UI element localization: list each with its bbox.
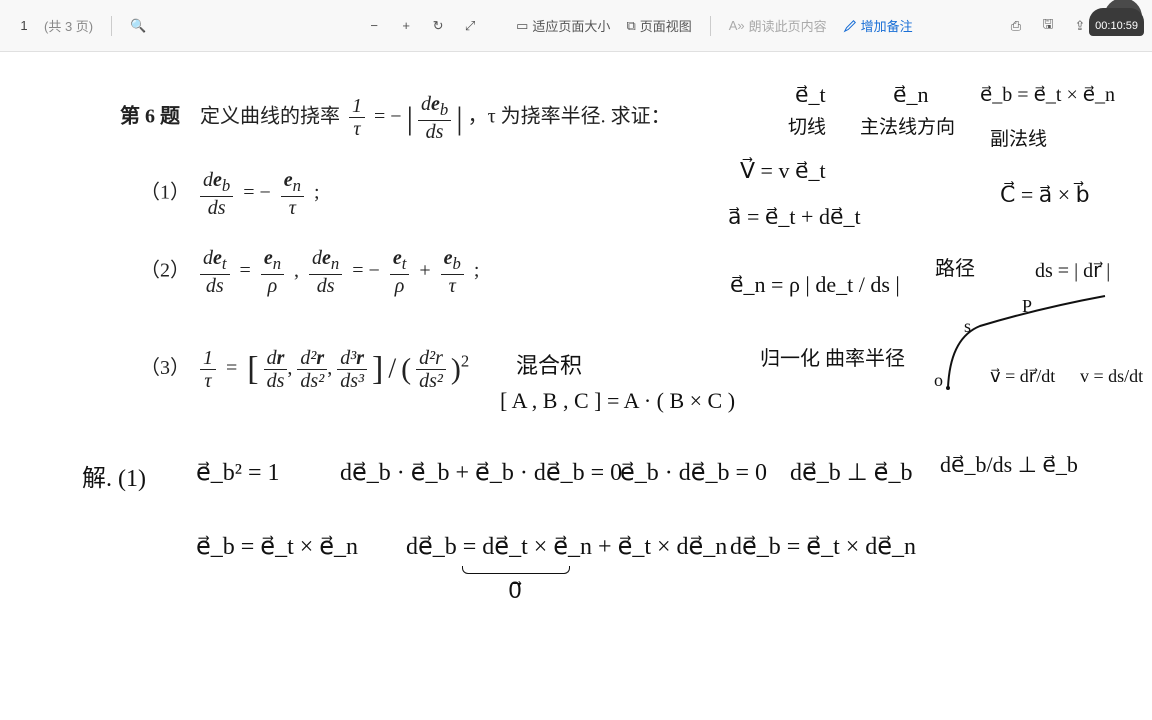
hand-vds: v = ds/dt — [1080, 366, 1143, 387]
hand-en-label: 主法线方向 — [860, 112, 955, 139]
rotate-button[interactable]: ↻ — [424, 12, 452, 40]
search-icon[interactable]: 🔍 — [124, 12, 152, 40]
toolbar: 1 (共 3 页) 🔍 − + ↻ ⤢ ▭ 适应页面大小 ⧉ 页面视图 A» 朗… — [0, 0, 1152, 52]
hand-vdr: v⃗ = dr⃗/dt — [990, 366, 1055, 387]
eq-num-r: deb — [418, 94, 451, 121]
print-button[interactable]: ⎙ — [1002, 12, 1030, 40]
underbrace — [462, 566, 570, 574]
pen-icon — [843, 19, 857, 33]
hand-eq8: de⃗_b = e⃗_t × de⃗_n — [730, 532, 916, 561]
page-number[interactable]: 1 — [8, 18, 40, 33]
hand-c-eq: C⃗ = a⃗ × b⃗ — [1000, 182, 1090, 208]
hand-mixed: 混合积 — [516, 348, 582, 380]
definition-post: ，τ 为挠率半径. 求证： — [468, 105, 671, 127]
save-button[interactable]: 🖫 — [1034, 12, 1062, 40]
read-aloud-label: 朗读此页内容 — [749, 16, 827, 35]
page-view-label: 页面视图 — [640, 16, 692, 35]
hand-eq2: de⃗_b · e⃗_b + e⃗_b · de⃗_b = 0 — [340, 458, 622, 487]
hand-et: e⃗_t — [795, 82, 826, 108]
hand-guiyi: 归一化 曲率半径 — [760, 342, 905, 371]
hand-a-eq: a⃗ = e⃗_t + de⃗_t — [728, 204, 861, 230]
hand-triple: [ A , B , C ] = A · ( B × C ) — [500, 388, 735, 414]
add-note-button[interactable]: 增加备注 — [837, 12, 919, 39]
separator — [111, 16, 112, 36]
definition-text: 定义曲线的挠率 — [200, 105, 340, 127]
eq-den-r: ds — [423, 121, 447, 142]
fit-page-button[interactable]: ▭ 适应页面大小 — [510, 12, 616, 39]
page-view-button[interactable]: ⧉ 页面视图 — [620, 12, 697, 39]
eq-den: τ — [350, 118, 363, 139]
hand-ds: ds = | dr⃗ | — [1035, 258, 1110, 283]
hand-luji: 路径 — [935, 252, 975, 281]
path-curve-sketch — [930, 288, 1110, 408]
add-note-label: 增加备注 — [861, 16, 913, 35]
eq-num: 1 — [349, 96, 365, 118]
hand-o: o — [934, 370, 943, 391]
page-view-icon: ⧉ — [626, 18, 635, 34]
fit-page-label: 适应页面大小 — [532, 16, 610, 35]
hand-eq4: de⃗_b ⊥ e⃗_b — [790, 458, 912, 487]
fit-page-icon: ▭ — [516, 18, 528, 34]
hand-sol-label: 解. (1) — [82, 458, 146, 493]
hand-eq6: e⃗_b = e⃗_t × e⃗_n — [196, 532, 358, 561]
separator — [710, 16, 711, 36]
hand-eb-label: 副法线 — [990, 124, 1047, 151]
read-aloud-icon: A» — [729, 18, 745, 33]
hand-eb: e⃗_b = e⃗_t × e⃗_n — [980, 82, 1115, 107]
timer-badge: 00:10:59 — [1089, 8, 1144, 36]
hand-en-def: e⃗_n = ρ | de_t / ds | — [730, 272, 900, 298]
hand-en: e⃗_n — [893, 82, 929, 108]
hand-s: s — [964, 316, 971, 337]
page-total: (共 3 页) — [44, 16, 93, 35]
hand-eq1: e⃗_b² = 1 — [196, 458, 280, 487]
q3-label: （3） — [140, 357, 190, 379]
zoom-in-button[interactable]: + — [392, 12, 420, 40]
q2-label: （2） — [140, 259, 190, 281]
hand-P: P — [1022, 296, 1032, 317]
problem-label: 第 6 题 — [120, 105, 180, 127]
zoom-out-button[interactable]: − — [360, 12, 388, 40]
q1-label: （1） — [140, 181, 190, 203]
read-aloud-button[interactable]: A» 朗读此页内容 — [723, 12, 833, 39]
hand-eq7: de⃗_b = de⃗_t × e⃗_n + e⃗_t × de⃗_n — [406, 532, 727, 561]
document-page: 第 6 题 定义曲线的挠率 1 τ = − | deb ds | ，τ 为挠率半… — [0, 52, 1152, 720]
hand-zero: 0⃗ — [508, 578, 522, 604]
hand-eq5: de⃗_b/ds ⊥ e⃗_b — [940, 452, 1078, 478]
hand-eq3: e⃗_b · de⃗_b = 0 — [620, 458, 767, 487]
hand-v-eq: V⃗ = v e⃗_t — [740, 158, 826, 184]
collapse-button[interactable]: ⤢ — [456, 12, 484, 40]
eq-mid: = − — [374, 105, 402, 127]
hand-et-label: 切线 — [788, 112, 826, 139]
